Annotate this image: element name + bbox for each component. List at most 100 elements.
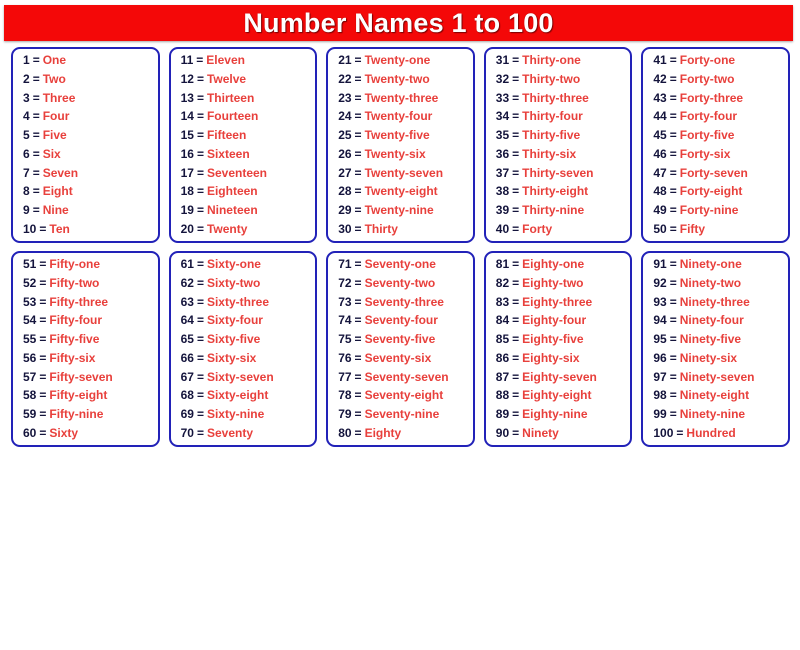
entry-numeral: 93	[653, 294, 667, 309]
number-entry: 89 = Eighty-nine	[496, 408, 625, 421]
equals-sign: =	[669, 53, 677, 67]
number-entry: 40 = Forty	[496, 222, 625, 236]
entry-word: Twenty-seven	[364, 165, 444, 180]
entry-word: Fifty-seven	[49, 369, 113, 384]
equals-sign: =	[196, 109, 204, 124]
entry-word: Eight	[42, 184, 73, 199]
equals-sign: =	[669, 221, 677, 236]
entry-numeral: 3	[23, 90, 30, 105]
entry-word: Ninety-one	[679, 257, 742, 271]
number-entry: 54 = Fifty-four	[23, 314, 152, 327]
equals-sign: =	[39, 221, 47, 236]
equals-sign: =	[39, 313, 47, 328]
entry-numeral: 41	[653, 53, 667, 67]
entry-word: Fourteen	[206, 109, 259, 124]
number-entry: 14 = Fourteen	[181, 110, 310, 123]
number-entry: 69 = Sixty-nine	[181, 408, 310, 421]
equals-sign: =	[196, 332, 204, 347]
entry-numeral: 90	[495, 425, 510, 440]
equals-sign: =	[32, 71, 40, 86]
entry-numeral: 100	[653, 425, 674, 440]
number-entry: 11 = Eleven	[181, 54, 310, 67]
equals-sign: =	[196, 71, 204, 86]
number-entry: 25 = Twenty-five	[338, 129, 467, 142]
entry-numeral: 57	[23, 369, 37, 384]
number-entry: 1 = One	[23, 54, 152, 67]
entry-numeral: 91	[653, 257, 667, 271]
number-entry: 71 = Seventy-one	[338, 258, 467, 271]
entry-word: Fifty-four	[49, 313, 103, 328]
equals-sign: =	[196, 425, 204, 440]
entry-numeral: 46	[653, 146, 667, 161]
number-entry: 46 = Forty-six	[653, 146, 782, 161]
entry-numeral: 24	[338, 109, 352, 124]
number-entry: 5 = Five	[23, 129, 152, 142]
entry-word: Fifteen	[206, 128, 247, 143]
number-entry: 59 = Fifty-nine	[23, 408, 152, 421]
entry-numeral: 20	[180, 221, 194, 236]
entry-numeral: 45	[653, 128, 667, 143]
entry-word: Seventy-two	[364, 275, 436, 290]
number-entry: 67 = Sixty-seven	[181, 370, 310, 384]
equals-sign: =	[512, 388, 520, 403]
number-entry: 64 = Sixty-four	[181, 314, 310, 327]
entry-numeral: 61	[180, 257, 194, 271]
entry-word: Fifty-eight	[49, 388, 108, 403]
entry-numeral: 83	[495, 294, 510, 309]
entry-numeral: 56	[23, 350, 37, 365]
number-entry: 27 = Twenty-seven	[338, 165, 467, 180]
equals-sign: =	[196, 128, 204, 143]
equals-sign: =	[196, 388, 204, 403]
entry-numeral: 6	[23, 146, 30, 161]
entry-word: Fifty-two	[49, 275, 100, 290]
number-entry: 44 = Forty-four	[653, 110, 782, 123]
entry-numeral: 51	[23, 257, 37, 271]
entry-word: Thirty-nine	[522, 203, 585, 218]
entry-word: Seventy-three	[364, 294, 444, 309]
number-entry: 34 = Thirty-four	[496, 110, 625, 123]
equals-sign: =	[354, 53, 362, 67]
entry-word: Twenty-six	[364, 146, 426, 161]
equals-sign: =	[512, 184, 520, 199]
entry-word: Ninety-five	[679, 332, 742, 347]
entry-word: Eighteen	[206, 184, 258, 199]
entry-word: Eighty-eight	[522, 388, 592, 403]
entry-numeral: 13	[180, 90, 194, 105]
entry-word: Eighty-four	[522, 313, 587, 328]
entry-numeral: 92	[653, 275, 667, 290]
entry-word: Three	[42, 90, 76, 105]
entry-numeral: 39	[495, 203, 510, 218]
equals-sign: =	[669, 294, 677, 309]
number-names-chart: Number Names 1 to 100 1 = One 2 = Two 3 = Three 4…	[0, 0, 800, 650]
entry-numeral: 42	[653, 71, 667, 86]
entry-numeral: 22	[338, 71, 352, 86]
equals-sign: =	[196, 53, 204, 67]
entry-word: Six	[42, 146, 61, 161]
entry-word: Ninety-six	[679, 350, 738, 365]
entry-numeral: 34	[495, 109, 510, 124]
equals-sign: =	[669, 275, 677, 290]
number-entry: 80 = Eighty	[338, 426, 467, 440]
number-entry: 66 = Sixty-six	[181, 351, 310, 365]
number-entry: 15 = Fifteen	[181, 129, 310, 142]
equals-sign: =	[669, 165, 677, 180]
numbers-91-to-100: 91 = Ninety-one 92 = Ninety-two 93 = Ninety-thre…	[641, 251, 790, 447]
entry-word: Seventy-one	[364, 257, 436, 271]
entry-numeral: 85	[495, 332, 510, 347]
entry-word: Ninety-three	[679, 294, 750, 309]
entry-numeral: 60	[23, 425, 37, 440]
entry-word: Fifty-three	[49, 294, 109, 309]
equals-sign: =	[354, 203, 362, 218]
entry-numeral: 9	[23, 203, 30, 218]
equals-sign: =	[669, 407, 677, 422]
entry-word: Forty-eight	[679, 184, 743, 199]
equals-sign: =	[676, 425, 684, 440]
number-entry: 91 = Ninety-one	[653, 258, 782, 271]
number-entry: 10 = Ten	[23, 221, 152, 236]
equals-sign: =	[196, 184, 204, 199]
entry-numeral: 37	[495, 165, 510, 180]
equals-sign: =	[669, 388, 677, 403]
entry-word: Fifty-six	[49, 350, 96, 365]
numbers-1-to-10: 1 = One 2 = Two 3 = Three 4 = Four 5 = Five 6 = Six 7 = Seve…	[11, 47, 160, 243]
entry-word: Forty-four	[679, 109, 738, 124]
